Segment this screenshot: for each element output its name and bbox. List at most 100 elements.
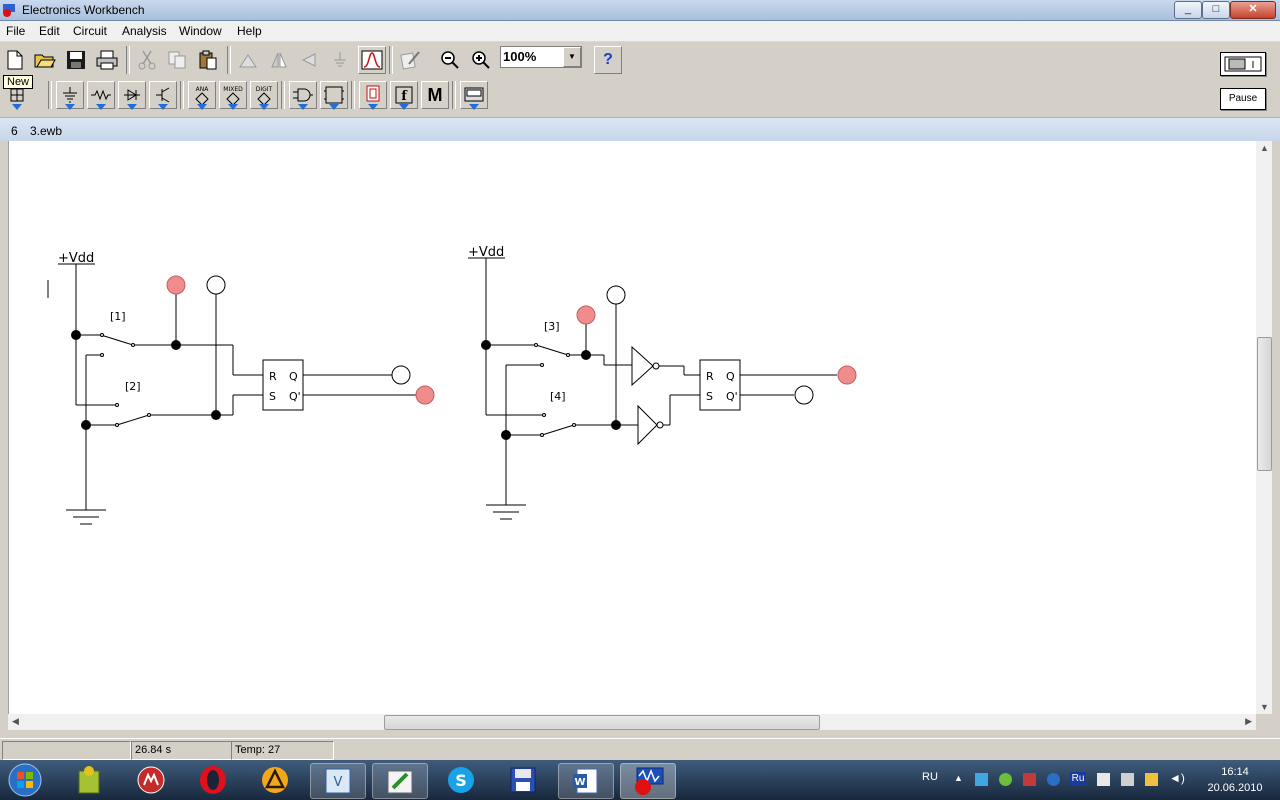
tray-power-icon[interactable] [1145,773,1158,786]
workbench-task-icon[interactable] [620,763,676,799]
word-app-icon[interactable]: W [558,763,614,799]
diodes-bin-icon[interactable] [118,81,146,110]
tray-network-icon[interactable] [975,773,988,786]
tray-bluetooth-icon[interactable] [1047,773,1060,786]
menu-window[interactable]: Window [179,24,222,38]
logic-gates-bin-icon[interactable] [289,81,317,110]
tray-input-ru[interactable]: Ru [1070,772,1086,786]
floppy-app-icon[interactable] [496,763,550,797]
menu-file[interactable]: File [6,24,25,38]
triangle-app-icon[interactable] [248,763,302,797]
probe-left-s-input[interactable] [206,275,226,295]
status-bar: 26.84 s Temp: 27 [0,738,1280,761]
ff-right-qbar-label: Q' [726,390,738,403]
power-switch[interactable]: I [1220,52,1266,76]
transistors-bin-icon[interactable] [149,81,177,110]
clock-date[interactable]: 20.06.2010 [1200,782,1270,794]
paint-app-icon[interactable] [372,763,428,799]
scroll-up-icon[interactable]: ▲ [1260,143,1269,153]
horizontal-scroll-thumb[interactable] [384,715,820,730]
print-icon[interactable] [94,47,120,73]
help-button[interactable]: ? [594,46,622,74]
probe-right-s-input[interactable] [606,285,626,305]
digital-bin-icon[interactable] [320,81,348,110]
tray-expand-icon[interactable]: ▲ [954,773,967,786]
open-folder-icon[interactable] [32,47,58,73]
digital-ics-bin[interactable]: DIGIT [250,81,278,110]
toolbar-separator [389,46,393,74]
ff-right-s-label: S [706,390,713,403]
tooltip-new: New [3,75,34,89]
clock-time[interactable]: 16:14 [1200,766,1270,778]
controls-bin-icon[interactable]: f [390,81,418,110]
ff-left-qbar-label: Q' [289,390,301,403]
security-app-icon[interactable] [124,763,178,797]
switch-label-4: [4] [550,390,566,403]
scroll-down-icon[interactable]: ▼ [1260,702,1269,712]
cut-icon[interactable] [134,47,160,73]
tray-device-icon[interactable] [1121,773,1134,786]
tray-language[interactable]: RU [922,771,938,783]
sources-bin-icon[interactable] [56,81,84,110]
zoom-value: 100% [503,49,537,64]
document-number: 6 [11,124,18,138]
close-button[interactable]: ✕ [1230,1,1276,19]
save-icon[interactable] [63,47,89,73]
scroll-left-icon[interactable]: ◀ [12,716,19,727]
toolbar-separator [452,81,456,109]
tray-volume-icon[interactable]: ◄) [1169,771,1185,785]
menu-analysis[interactable]: Analysis [122,24,167,38]
menu-help[interactable]: Help [237,24,262,38]
schematic[interactable]: +Vdd [1] [2] R S Q Q' +Vdd [3] [4] R S Q… [9,141,1257,714]
zoom-select[interactable]: 100% ▼ [500,46,582,68]
misc-bin[interactable]: M [421,81,449,109]
start-orb-icon[interactable] [0,763,50,797]
scroll-right-icon[interactable]: ▶ [1245,716,1252,727]
new-file-icon[interactable] [2,47,28,73]
visio-app-icon[interactable]: V [310,763,366,799]
zoom-out-icon[interactable] [437,47,463,73]
horizontal-scrollbar[interactable]: ◀ ▶ [8,714,1256,730]
pause-button[interactable]: Pause [1220,88,1266,110]
tray-antivirus-icon[interactable] [1023,773,1036,786]
probe-right-qbar[interactable] [794,385,814,405]
basic-bin-icon[interactable] [87,81,115,110]
flip-horizontal-icon[interactable] [296,47,322,73]
analog-ics-bin[interactable]: ANA [188,81,216,110]
probe-right-r-input[interactable] [576,305,596,325]
toolbar-separator [180,81,184,109]
skype-app-icon[interactable]: S [434,763,488,797]
vertical-scrollbar[interactable]: ▲ ▼ [1256,141,1272,714]
zoom-in-icon[interactable] [468,47,494,73]
toolbar-separator [227,46,231,74]
probe-right-q[interactable] [837,365,857,385]
tray-update-icon[interactable] [999,773,1012,786]
ff-left-r-label: R [269,370,277,383]
tray-flag-icon[interactable] [1097,773,1110,786]
probe-left-q[interactable] [391,365,411,385]
graph-icon[interactable] [358,46,386,74]
flip-vertical-icon[interactable] [266,47,292,73]
toolbar-separator [351,81,355,109]
vertical-scroll-thumb[interactable] [1257,337,1272,471]
menu-circuit[interactable]: Circuit [73,24,107,38]
puzzle-app-icon[interactable] [62,763,116,797]
switch-label-1: [1] [110,310,126,323]
instruments-bin-icon[interactable] [460,81,488,110]
opera-browser-icon[interactable] [186,763,240,797]
toolbar-area: ? ANA MIXED DIGIT f M [0,42,1280,116]
indicators-bin-icon[interactable] [359,81,387,110]
mixed-ics-bin[interactable]: MIXED [219,81,247,110]
paste-icon[interactable] [195,47,221,73]
probe-left-qbar[interactable] [415,385,435,405]
minimize-button[interactable]: _ [1174,1,1202,19]
rotate-icon[interactable] [235,47,261,73]
maximize-button[interactable]: □ [1202,1,1230,19]
chevron-down-icon[interactable]: ▼ [563,47,581,67]
component-properties-icon[interactable] [327,47,353,73]
copy-icon[interactable] [164,47,190,73]
circuit-canvas[interactable]: +Vdd [1] [2] R S Q Q' +Vdd [3] [4] R S Q… [8,141,1257,714]
create-subcircuit-icon[interactable] [397,47,423,73]
menu-edit[interactable]: Edit [39,24,60,38]
probe-left-r-input[interactable] [166,275,186,295]
